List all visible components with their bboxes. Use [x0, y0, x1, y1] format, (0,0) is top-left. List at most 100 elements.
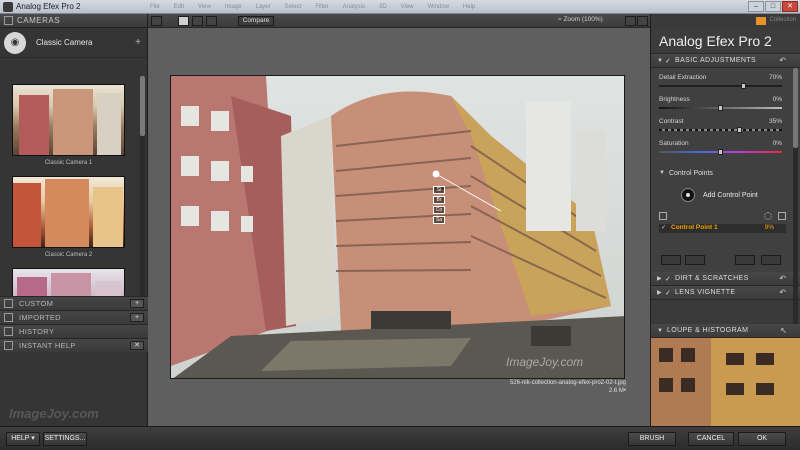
loupe-preview[interactable] — [651, 338, 800, 426]
basic-adjustments-header[interactable]: ▼ ✓ BASIC ADJUSTMENTS ↶ — [651, 54, 800, 68]
move-up-icon[interactable] — [661, 255, 681, 265]
enable-checkbox[interactable]: ✓ — [665, 275, 673, 283]
slider-value: 70% — [768, 74, 782, 81]
minimize-button[interactable]: – — [748, 1, 764, 12]
control-points-header[interactable]: ▼ Control Points — [651, 166, 800, 180]
camera-selector[interactable]: ◉ Classic Camera + — [0, 28, 147, 58]
preset-scrollbar-thumb[interactable] — [140, 76, 145, 136]
menu-item[interactable]: Layer — [256, 4, 271, 12]
menu-item[interactable]: View — [198, 4, 211, 12]
single-view-icon[interactable] — [178, 16, 189, 26]
loupe-histogram-header[interactable]: ▼ LOUPE & HISTOGRAM ↖ — [651, 324, 800, 338]
slider-track[interactable] — [659, 129, 782, 131]
expand-icon — [4, 313, 13, 322]
mask-icon[interactable] — [778, 212, 786, 220]
layout-icon[interactable] — [151, 16, 162, 26]
add-camera-button[interactable]: + — [135, 37, 141, 48]
brush-button[interactable]: BRUSH — [628, 432, 676, 446]
preset-thumbnail — [12, 176, 125, 248]
section-history[interactable]: HISTORY — [0, 324, 148, 338]
pin-icon[interactable]: ↖ — [780, 326, 787, 335]
section-label: CUSTOM — [19, 299, 54, 308]
menu-item[interactable]: Analysis — [343, 4, 365, 12]
visibility-icon[interactable] — [764, 212, 772, 220]
cp-saturation-handle[interactable]: Sa — [433, 216, 445, 224]
split-view-icon[interactable] — [192, 16, 203, 26]
cancel-button[interactable]: CANCEL — [688, 432, 734, 446]
zoom-selector[interactable]: ⌕ Zoom (100%) — [558, 16, 618, 26]
preset-list: Classic Camera 1 Classic Camera 2 — [0, 72, 148, 306]
menu-item[interactable]: File — [150, 4, 160, 12]
window-controls: – □ ✕ — [748, 1, 798, 12]
expand-icon — [4, 327, 13, 336]
slider-saturation[interactable]: Saturation 0% — [659, 138, 782, 160]
add-imported-button[interactable]: + — [130, 313, 144, 322]
cp-size-handle[interactable]: Si — [433, 186, 445, 194]
menu-item[interactable]: Window — [428, 4, 449, 12]
menu-item[interactable]: 3D — [379, 4, 387, 12]
watermark: ImageJoy.com — [9, 406, 99, 421]
slider-knob[interactable] — [737, 127, 742, 133]
menu-item[interactable]: Edit — [174, 4, 184, 12]
color-picker-icon[interactable] — [625, 16, 636, 26]
compare-button[interactable]: Compare — [238, 16, 274, 26]
menu-item[interactable]: Select — [285, 4, 302, 12]
add-control-point-button[interactable]: Add Control Point — [651, 180, 800, 210]
slider-value: 0% — [772, 96, 782, 103]
cp-brightness-handle[interactable]: Br — [433, 196, 445, 204]
lens-vignette-header[interactable]: ▶ ✓ LENS VIGNETTE ↶ — [651, 286, 800, 300]
slider-contrast[interactable]: Contrast 35% — [659, 116, 782, 138]
ok-button[interactable]: OK — [738, 432, 786, 446]
right-panel-scrollbar[interactable] — [793, 68, 798, 338]
enable-checkbox[interactable]: ✓ — [661, 224, 666, 231]
expand-icon — [4, 299, 13, 308]
cp-contrast-handle[interactable]: Co — [433, 206, 445, 214]
reset-icon[interactable]: ↶ — [779, 56, 786, 65]
slider-knob[interactable] — [718, 105, 723, 111]
reset-icon[interactable]: ↶ — [779, 274, 786, 283]
slider-brightness[interactable]: Brightness 0% — [659, 94, 782, 116]
move-down-icon[interactable] — [685, 255, 705, 265]
duplicate-icon[interactable] — [735, 255, 755, 265]
help-button[interactable]: HELP ▾ — [6, 432, 40, 446]
reset-icon[interactable]: ↶ — [779, 288, 786, 297]
menu-item[interactable]: Filter — [315, 4, 328, 12]
slider-detail-extraction[interactable]: Detail Extraction 70% — [659, 72, 782, 94]
slider-knob[interactable] — [718, 149, 723, 155]
control-point-list: ✓ Control Point 1 9% — [651, 210, 800, 250]
left-sections: CUSTOM + IMPORTED + HISTORY INSTANT HELP… — [0, 296, 148, 352]
right-panel-scrollbar-thumb[interactable] — [793, 68, 798, 148]
section-imported[interactable]: IMPORTED + — [0, 310, 148, 324]
preset-scrollbar[interactable] — [140, 76, 145, 302]
maximize-button[interactable]: □ — [765, 1, 781, 12]
add-custom-button[interactable]: + — [130, 299, 144, 308]
expand-arrow-icon: ▶ — [657, 290, 662, 296]
section-custom[interactable]: CUSTOM + — [0, 296, 148, 310]
menu-item[interactable]: Help — [463, 4, 475, 12]
close-help-button[interactable]: ✕ — [130, 341, 144, 350]
side-by-side-icon[interactable] — [206, 16, 217, 26]
cameras-header[interactable]: CAMERAS — [0, 14, 147, 28]
enable-checkbox[interactable]: ✓ — [665, 289, 673, 297]
file-info: 526-nik-collection-analog-efex-pro2-02-t… — [510, 379, 626, 395]
dirt-scratches-header[interactable]: ▶ ✓ DIRT & SCRATCHES ↶ — [651, 272, 800, 286]
slider-knob[interactable] — [741, 83, 746, 89]
control-point-row[interactable]: ✓ Control Point 1 9% — [659, 224, 786, 233]
preview-image[interactable]: ImageJoy.com Si Br Co Sa — [170, 75, 625, 379]
control-point-sliders[interactable]: Si Br Co Sa — [433, 186, 447, 236]
control-point-value: 9% — [764, 224, 774, 231]
preset-thumbnail — [12, 84, 125, 156]
section-instant-help[interactable]: INSTANT HELP ✕ — [0, 338, 148, 352]
preset-item[interactable]: Classic Camera 1 — [12, 84, 125, 166]
menu-item[interactable]: View — [401, 4, 414, 12]
preset-item[interactable]: Classic Camera 2 — [12, 176, 125, 258]
delete-icon[interactable] — [761, 255, 781, 265]
close-button[interactable]: ✕ — [782, 1, 798, 12]
slider-track[interactable] — [659, 85, 782, 87]
menu-item[interactable]: Image — [225, 4, 242, 12]
enable-checkbox[interactable]: ✓ — [665, 57, 673, 65]
section-label: DIRT & SCRATCHES — [675, 275, 749, 282]
background-icon[interactable] — [637, 16, 648, 26]
group-icon[interactable] — [659, 212, 667, 220]
settings-button[interactable]: SETTINGS... — [43, 432, 87, 446]
